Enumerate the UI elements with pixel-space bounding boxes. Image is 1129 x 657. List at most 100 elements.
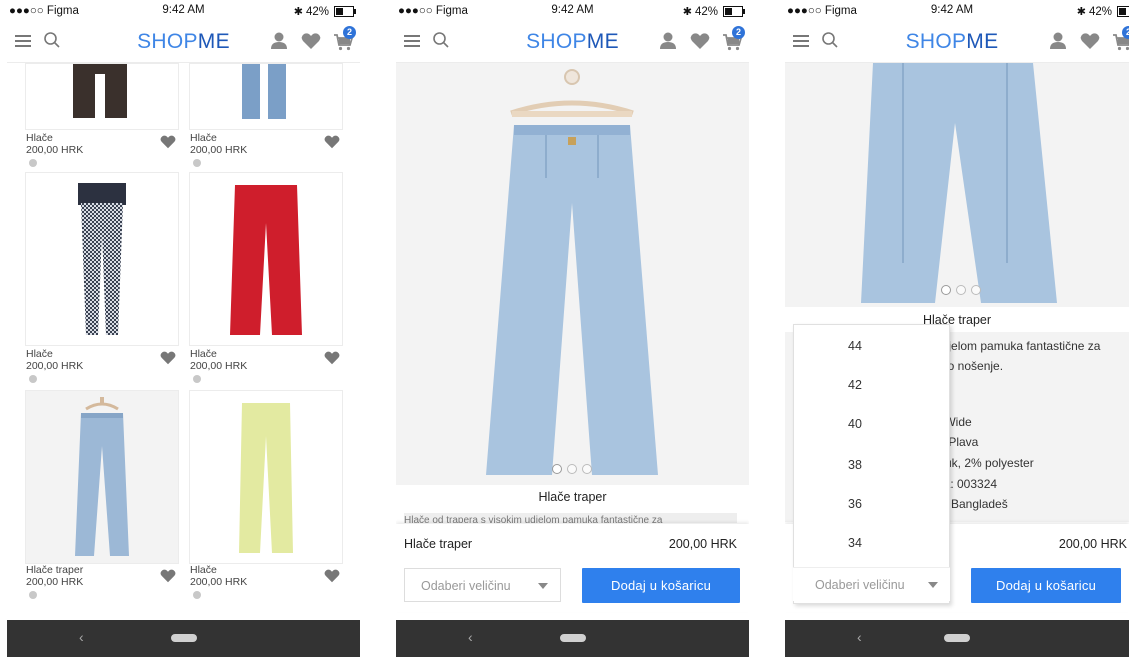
product-name: Hlače (26, 348, 53, 360)
product-name: Hlače (190, 132, 217, 144)
gallery-pagination[interactable] (552, 464, 592, 474)
nav-home-pill[interactable] (170, 634, 197, 642)
product-image[interactable] (25, 390, 179, 564)
favorite-heart-icon[interactable] (159, 567, 177, 583)
cart-button[interactable]: 2 (1111, 26, 1129, 52)
battery-status: ✱ 42% (682, 5, 745, 18)
favorite-heart-icon[interactable] (159, 133, 177, 149)
battery-status: ✱ 42% (293, 5, 356, 18)
product-name: Hlače (190, 564, 217, 576)
gallery-dot[interactable] (941, 285, 951, 295)
nav-back-icon[interactable]: ‹ (468, 629, 473, 645)
user-icon[interactable] (657, 30, 679, 52)
heart-icon[interactable] (1079, 30, 1101, 52)
nav-home-pill[interactable] (944, 634, 970, 642)
size-option[interactable]: 40 (848, 417, 862, 431)
battery-percent: 42% (305, 5, 329, 18)
android-nav-bar: ‹ (396, 620, 749, 657)
color-swatch[interactable] (29, 375, 37, 383)
android-nav-bar: ‹ (785, 620, 1129, 657)
status-bar: ●●●○○ Figma 9:42 AM ✱ 42% (785, 0, 1129, 22)
cart-count-badge: 2 (343, 26, 356, 39)
product-price: 200,00 HRK (190, 576, 248, 588)
nav-back-icon[interactable]: ‹ (79, 629, 84, 645)
app-header: SHOPME 2 (7, 22, 360, 63)
status-bar: ●●●○○ Figma 9:42 AM ✱ 42% (396, 0, 749, 22)
nav-home-pill[interactable] (559, 634, 586, 642)
favorite-heart-icon[interactable] (323, 133, 341, 149)
product-title: Hlače traper (538, 490, 607, 504)
bluetooth-icon: ✱ (1076, 6, 1086, 18)
cart-count-badge: 2 (732, 26, 745, 39)
user-icon[interactable] (1047, 30, 1069, 52)
product-gallery[interactable] (396, 63, 749, 485)
color-swatch[interactable] (29, 591, 37, 599)
battery-icon (723, 6, 745, 17)
dropdown-caret-icon (928, 582, 938, 588)
nav-back-icon[interactable]: ‹ (857, 629, 862, 645)
purchase-panel: Hlače traper 200,00 HRK Odaberi veličinu… (396, 524, 749, 612)
product-image[interactable] (189, 172, 343, 346)
heart-icon[interactable] (689, 30, 711, 52)
screen-product-detail: ●●●○○ Figma 9:42 AM ✱ 42% SHOPME 2 Hlače… (396, 0, 749, 657)
size-option[interactable]: 34 (848, 536, 862, 550)
color-swatch[interactable] (29, 159, 37, 167)
gallery-dot[interactable] (567, 464, 577, 474)
product-gallery[interactable] (785, 63, 1129, 307)
battery-icon (334, 6, 356, 17)
battery-percent: 42% (1088, 5, 1112, 18)
product-image[interactable] (189, 390, 343, 564)
cart-button[interactable]: 2 (721, 26, 745, 52)
product-photo (861, 63, 1057, 303)
favorite-heart-icon[interactable] (159, 349, 177, 365)
size-select[interactable]: Odaberi veličinu (793, 567, 950, 601)
color-swatch[interactable] (193, 375, 201, 383)
status-bar: ●●●○○ Figma 9:42 AM ✱ 42% (7, 0, 360, 22)
gallery-pagination[interactable] (941, 285, 981, 295)
product-image[interactable] (25, 63, 179, 130)
product-name: Hlače (26, 132, 53, 144)
product-price: 200,00 HRK (190, 360, 248, 372)
product-price: 200,00 HRK (26, 144, 84, 156)
product-price: 200,00 HRK (26, 576, 84, 588)
color-swatch[interactable] (193, 591, 201, 599)
gallery-dot[interactable] (971, 285, 981, 295)
heart-icon[interactable] (300, 30, 322, 52)
cart-button[interactable]: 2 (332, 26, 356, 52)
bluetooth-icon: ✱ (682, 6, 692, 18)
product-image[interactable] (25, 172, 179, 346)
favorite-heart-icon[interactable] (323, 567, 341, 583)
size-option[interactable]: 38 (848, 458, 862, 472)
app-header: SHOPME 2 (785, 22, 1129, 63)
product-price: 200,00 HRK (190, 144, 248, 156)
gallery-dot[interactable] (956, 285, 966, 295)
size-select[interactable]: Odaberi veličinu (404, 568, 561, 602)
battery-icon (1117, 6, 1129, 17)
size-option[interactable]: 44 (848, 339, 862, 353)
cart-count-badge: 2 (1122, 26, 1129, 39)
size-option[interactable]: 42 (848, 378, 862, 392)
color-swatch[interactable] (193, 159, 201, 167)
app-header: SHOPME 2 (396, 22, 749, 63)
product-photo (486, 69, 658, 475)
screen-size-picker: ●●●○○ Figma 9:42 AM ✱ 42% SHOPME 2 Hlače… (785, 0, 1129, 657)
dropdown-caret-icon (538, 583, 548, 589)
gallery-dot[interactable] (552, 464, 562, 474)
size-dropdown-list[interactable]: 44 42 40 38 36 34 Odaberi veličinu (793, 324, 950, 604)
product-description: Hlače od trapera s visokim udjelom pamuk… (404, 513, 737, 523)
product-name: Hlače traper (26, 564, 84, 576)
battery-percent: 42% (694, 5, 718, 18)
add-to-cart-button[interactable]: Dodaj u košaricu (582, 568, 740, 603)
user-icon[interactable] (268, 30, 290, 52)
panel-product-name: Hlače traper (404, 537, 473, 551)
product-price: 200,00 HRK (26, 360, 84, 372)
product-image[interactable] (189, 63, 343, 130)
favorite-heart-icon[interactable] (323, 349, 341, 365)
panel-product-price: 200,00 HRK (668, 537, 737, 551)
panel-product-price: 200,00 HRK (1058, 537, 1127, 551)
gallery-dot[interactable] (582, 464, 592, 474)
bluetooth-icon: ✱ (293, 6, 303, 18)
size-option[interactable]: 36 (848, 497, 862, 511)
add-to-cart-button[interactable]: Dodaj u košaricu (971, 568, 1121, 603)
battery-status: ✱ 42% (1077, 5, 1129, 18)
